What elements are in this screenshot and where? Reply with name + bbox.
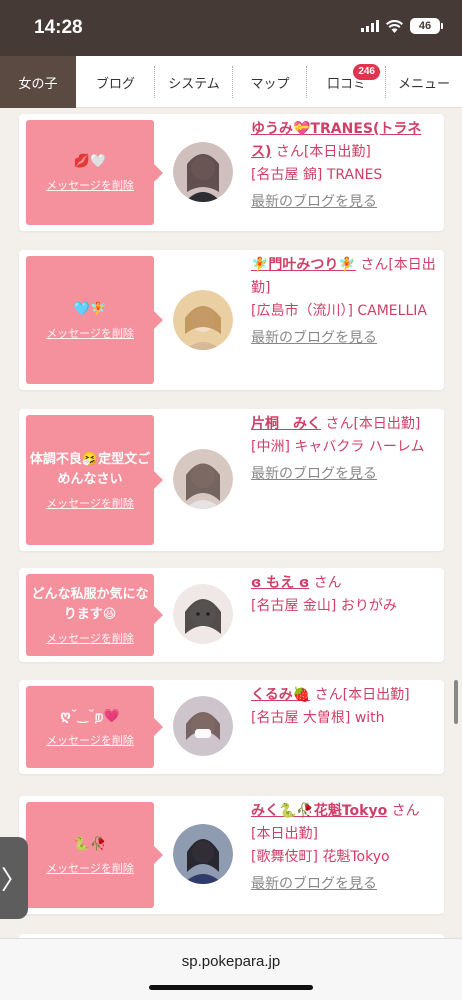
shop-link[interactable]: [名古屋 金山] おりがみ <box>251 595 439 618</box>
latest-blog-link[interactable]: 最新のブログを見る <box>251 327 439 350</box>
latest-blog-link[interactable]: 最新のブログを見る <box>251 873 439 896</box>
shop-link[interactable]: [歌舞伎町] 花魁Tokyo <box>251 846 439 869</box>
tab-reviews[interactable]: 口コミ 246 <box>307 56 386 108</box>
avatar[interactable] <box>173 824 233 884</box>
message-bubble: 🩵🧚 メッセージを削除 <box>26 256 163 384</box>
girl-name-link[interactable]: ɞ もえ ɞ <box>251 575 309 591</box>
girl-info: 片桐 みく さん[本日出勤] [中洲] キャバクラ ハーレム 最新のブログを見る <box>251 413 439 486</box>
shop-link[interactable]: [名古屋 錦] TRANES <box>251 164 439 187</box>
message-text: 体調不良🤧定型文ごめんなさい <box>29 451 151 487</box>
tab-system[interactable]: システム <box>155 56 233 108</box>
shop-link[interactable]: [中洲] キャバクラ ハーレム <box>251 436 439 459</box>
list-item: どんな私服か気になります😆 メッセージを削除 ɞ もえ ɞ さん [名古屋 金山… <box>19 568 444 662</box>
wifi-icon <box>386 19 403 33</box>
girl-info: 🧚門叶みつり🧚 さん[本日出勤] [広島市（流川）] CAMELLIA 最新のブ… <box>251 254 439 350</box>
list-item: 💋🤍 メッセージを削除 ゆうみ💝TRANES(トラネス) さん[本日出勤] [名… <box>19 114 444 231</box>
message-bubble: 体調不良🤧定型文ごめんなさい メッセージを削除 <box>26 415 163 545</box>
tab-menu[interactable]: メニュー <box>386 56 462 108</box>
home-indicator <box>149 985 313 990</box>
message-text: ღ˘‿˘ற💗 <box>60 708 120 724</box>
list-item: 🐍🥀 メッセージを削除 みく🐍🥀花魁Tokyo さん[本日出勤] [歌舞伎町] … <box>19 796 444 914</box>
delete-message-link[interactable]: メッセージを削除 <box>46 177 134 193</box>
tab-blog[interactable]: ブログ <box>76 56 155 108</box>
message-text: 🐍🥀 <box>73 836 107 852</box>
message-text: 🩵🧚 <box>73 301 107 317</box>
girl-name-link[interactable]: みく🐍🥀花魁Tokyo <box>251 803 387 819</box>
girl-info: みく🐍🥀花魁Tokyo さん[本日出勤] [歌舞伎町] 花魁Tokyo 最新のブ… <box>251 800 439 896</box>
tab-girls[interactable]: 女の子 <box>0 56 76 108</box>
list-item: ღ˘‿˘ற💗 メッセージを削除 くるみ🍓 さん[本日出勤] [名古屋 大曽根] … <box>19 680 444 774</box>
chevron-right-icon: 〉 <box>0 865 27 896</box>
battery-icon: 46 <box>410 18 443 34</box>
latest-blog-link[interactable]: 最新のブログを見る <box>251 463 439 486</box>
girl-info: くるみ🍓 さん[本日出勤] [名古屋 大曽根] with <box>251 684 439 730</box>
girl-list: 💋🤍 メッセージを削除 ゆうみ💝TRANES(トラネス) さん[本日出勤] [名… <box>0 108 462 938</box>
delete-message-link[interactable]: メッセージを削除 <box>46 325 134 341</box>
message-text: 💋🤍 <box>73 154 107 169</box>
tab-map[interactable]: マップ <box>233 56 307 108</box>
status-bar: 14:28 46 <box>0 0 462 56</box>
delete-message-link[interactable]: メッセージを削除 <box>46 860 134 876</box>
girl-name-link[interactable]: 🧚門叶みつり🧚 <box>251 257 356 273</box>
avatar[interactable] <box>173 290 233 350</box>
delete-message-link[interactable]: メッセージを削除 <box>46 630 134 646</box>
shop-link[interactable]: [名古屋 大曽根] with <box>251 707 439 730</box>
signal-icon <box>361 20 379 32</box>
message-bubble: どんな私服か気になります😆 メッセージを削除 <box>26 574 163 656</box>
girl-name-link[interactable]: 片桐 みく <box>251 416 321 432</box>
side-expand-button[interactable]: 〉 <box>0 837 28 919</box>
status-time: 14:28 <box>34 17 83 38</box>
reviews-count-badge: 246 <box>352 63 381 81</box>
girl-info: ɞ もえ ɞ さん [名古屋 金山] おりがみ <box>251 572 439 618</box>
message-text: どんな私服か気になります😆 <box>31 586 149 622</box>
girl-info: ゆうみ💝TRANES(トラネス) さん[本日出勤] [名古屋 錦] TRANES… <box>251 118 439 214</box>
avatar[interactable] <box>173 584 233 644</box>
message-bubble: 💋🤍 メッセージを削除 <box>26 120 163 225</box>
avatar[interactable] <box>173 449 233 509</box>
avatar[interactable] <box>173 696 233 756</box>
scrollbar[interactable] <box>454 680 458 724</box>
shop-link[interactable]: [広島市（流川）] CAMELLIA <box>251 300 439 323</box>
list-item: 🩵🧚 メッセージを削除 🧚門叶みつり🧚 さん[本日出勤] [広島市（流川）] C… <box>19 250 444 390</box>
message-bubble: ღ˘‿˘ற💗 メッセージを削除 <box>26 686 163 768</box>
delete-message-link[interactable]: メッセージを削除 <box>46 732 134 748</box>
url-text: sp.pokepara.jp <box>181 953 281 970</box>
avatar[interactable] <box>173 142 233 202</box>
browser-url-bar[interactable]: sp.pokepara.jp <box>0 938 462 1000</box>
girl-name-link[interactable]: くるみ🍓 <box>251 687 310 703</box>
nav-tabs: 女の子 ブログ システム マップ 口コミ 246 メニュー <box>0 56 462 108</box>
status-icons: 46 <box>361 18 443 34</box>
delete-message-link[interactable]: メッセージを削除 <box>46 495 134 511</box>
list-item: 体調不良🤧定型文ごめんなさい メッセージを削除 片桐 みく さん[本日出勤] [… <box>19 409 444 551</box>
latest-blog-link[interactable]: 最新のブログを見る <box>251 191 439 214</box>
message-bubble: 🐍🥀 メッセージを削除 <box>26 802 163 908</box>
